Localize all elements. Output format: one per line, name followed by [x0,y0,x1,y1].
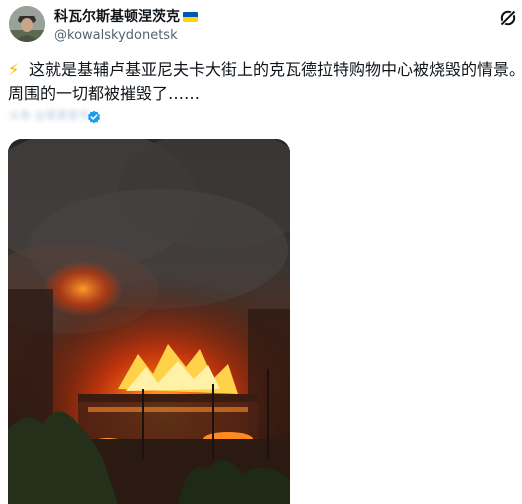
verified-badge-icon [87,109,101,124]
lightning-icon: ⚡ [8,60,20,79]
tweet-text-line-2: 周围的一切都被摧毁了…… [8,84,201,103]
grok-icon [499,9,517,27]
display-name[interactable]: 科瓦尔斯基顿涅茨克 [54,7,198,27]
tweet-text: ⚡ 这就是基辅卢基亚尼夫卡大街上的克瓦德拉特购物中心被烧毁的情景。 周围的一切都被… [8,58,522,106]
redacted-watermark-text: 头条 @某某某号 [9,109,90,122]
tweet: 科瓦尔斯基顿涅茨克 @kowalskydonetsk ⚡ 这就是基辅卢基亚尼夫卡大… [0,0,522,504]
ukraine-flag-icon [183,12,198,22]
tweet-photo-fire[interactable] [8,139,290,504]
avatar[interactable] [9,6,45,42]
fire-photo [8,139,290,504]
tweet-text-content-1: 这就是基辅卢基亚尼夫卡大街上的克瓦德拉特购物中心被烧毁的情景。 [29,60,522,79]
grok-button[interactable] [498,8,518,28]
user-handle[interactable]: @kowalskydonetsk [54,27,178,45]
display-name-text: 科瓦尔斯基顿涅茨克 [54,9,180,25]
tweet-text-line-1: ⚡ 这就是基辅卢基亚尼夫卡大街上的克瓦德拉特购物中心被烧毁的情景。 [8,58,522,82]
avatar-image [9,6,45,42]
